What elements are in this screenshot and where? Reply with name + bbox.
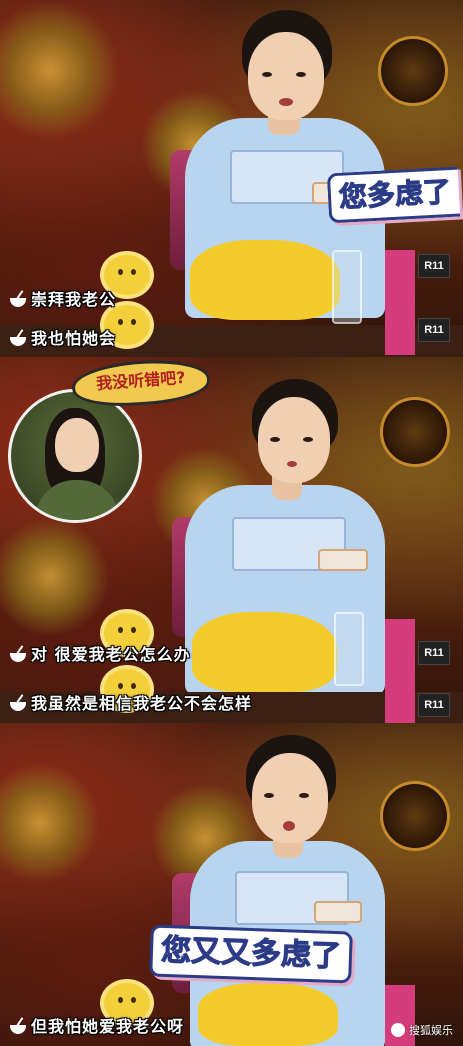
video-frame-3: 您又又多虑了 但我怕她爱我老公呀 搜狐娱乐	[0, 723, 463, 1046]
subtitle-text: 但我怕她爱我老公呀	[31, 1017, 185, 1036]
yellow-pillow	[190, 240, 340, 320]
bowl-icon	[10, 702, 26, 711]
subtitle-line: 崇拜我老公	[10, 286, 116, 310]
subtitle-text: 我虽然是相信我老公不会怎样	[31, 694, 253, 713]
sohu-logo-icon	[391, 1023, 405, 1037]
globe-decor	[380, 397, 450, 467]
subtitle-line: 但我怕她爱我老公呀	[10, 1013, 184, 1037]
caption-big: 您多虑了	[326, 166, 461, 224]
drink-glass	[332, 250, 362, 324]
screen-label: R11	[418, 693, 450, 717]
name-tag	[314, 901, 362, 923]
globe-decor	[380, 781, 450, 851]
pink-screen	[385, 619, 415, 723]
bowl-icon	[10, 298, 26, 307]
globe-decor	[378, 36, 448, 106]
yellow-pillow	[198, 983, 338, 1046]
pink-screen	[385, 250, 415, 355]
watermark-text: 搜狐娱乐	[409, 1024, 453, 1037]
watermark: 搜狐娱乐	[391, 1022, 453, 1038]
video-frame-2: R11 R11 我没听错吧? 对 很爱我老公怎么办 我虽然是相信我老公不会怎样	[0, 357, 463, 723]
subtitle-text: 崇拜我老公	[31, 290, 117, 309]
caption-big: 您又又多虑了	[149, 924, 353, 984]
drink-glass	[334, 612, 364, 686]
reaction-inset	[8, 389, 142, 523]
subtitle-line: 对 很爱我老公怎么办	[10, 641, 191, 665]
screen-label: R11	[418, 318, 450, 342]
subtitle-line: 我也怕她会	[10, 325, 116, 349]
subtitle-line: 我虽然是相信我老公不会怎样	[10, 690, 252, 714]
bowl-icon	[10, 653, 26, 662]
screen-label: R11	[418, 254, 450, 278]
screen-label: R11	[418, 641, 450, 665]
name-tag	[318, 549, 368, 571]
video-frame-1: R11 R11 您多虑了 崇拜我老公 我也怕她会	[0, 0, 463, 357]
yellow-pillow	[192, 612, 337, 692]
subtitle-text: 对 很爱我老公怎么办	[31, 645, 191, 664]
bowl-icon	[10, 337, 26, 346]
subtitle-text: 我也怕她会	[31, 329, 117, 348]
bowl-icon	[10, 1025, 26, 1034]
